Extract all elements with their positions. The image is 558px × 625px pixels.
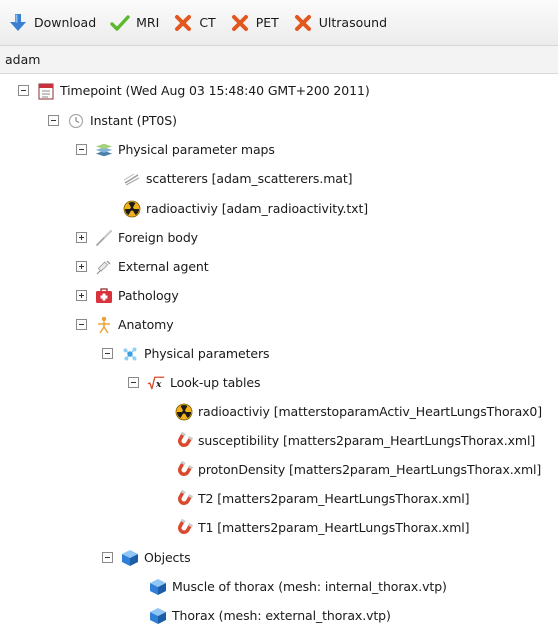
tree-node-label: scatterers [adam_scatterers.mat] — [146, 171, 353, 186]
tree-node-lut-proton-density[interactable]: protonDensity [matters2param_HeartLungsT… — [175, 455, 541, 484]
tree-node-objects[interactable]: Objects — [102, 543, 191, 572]
magnet-icon — [175, 489, 193, 508]
tree-node-label: Muscle of thorax (mesh: internal_thorax.… — [172, 579, 447, 594]
tree-node-label: Physical parameter maps — [118, 142, 275, 157]
tree-node-label: protonDensity [matters2param_HeartLungsT… — [198, 462, 542, 477]
tree-node-label: T1 [matters2param_HeartLungsThorax.xml] — [198, 520, 470, 535]
tree-node-instant[interactable]: Instant (PT0S) — [48, 106, 177, 135]
tree-node-label: Thorax (mesh: external_thorax.vtp) — [172, 608, 391, 623]
subject-name: adam — [5, 52, 41, 67]
cube-icon — [149, 607, 167, 625]
clock-icon — [67, 112, 85, 130]
tree-node-label: Pathology — [118, 288, 179, 303]
scatter-points-icon — [123, 170, 141, 188]
tree-node-lut-t1[interactable]: T1 [matters2param_HeartLungsThorax.xml] — [175, 513, 470, 542]
pet-button[interactable]: PET — [230, 10, 279, 36]
pet-label: PET — [255, 15, 279, 30]
tree-node-label: Foreign body — [118, 230, 198, 245]
tree-node-label: External agent — [118, 259, 209, 274]
tree-node-label: radioactiviy [adam_radioactivity.txt] — [146, 201, 369, 216]
magnet-icon — [175, 518, 193, 537]
radioactive-icon — [123, 200, 141, 218]
download-button[interactable]: Download — [8, 10, 96, 36]
tree-node-external-agent[interactable]: External agent — [76, 252, 209, 281]
tree-node-scatterers[interactable]: scatterers [adam_scatterers.mat] — [123, 164, 353, 193]
cube-icon — [149, 578, 167, 596]
cross-icon — [293, 13, 313, 33]
needle-icon — [95, 229, 113, 247]
expand-toggle[interactable] — [76, 290, 87, 301]
tree-node-timepoint[interactable]: Timepoint (Wed Aug 03 15:48:40 GMT+200 2… — [18, 76, 370, 105]
modality-toolbar: Download MRI CT PET Ultrasound — [0, 0, 558, 46]
magnet-icon — [175, 431, 193, 450]
tree-node-label: Instant (PT0S) — [90, 113, 177, 128]
tree-node-radioactivity-map[interactable]: radioactiviy [adam_radioactivity.txt] — [123, 194, 368, 223]
expand-toggle[interactable] — [76, 232, 87, 243]
collapse-toggle[interactable] — [102, 552, 113, 563]
tree-node-foreign-body[interactable]: Foreign body — [76, 223, 198, 252]
collapse-toggle[interactable] — [76, 144, 87, 155]
expand-toggle[interactable] — [76, 261, 87, 272]
cube-icon — [121, 549, 139, 567]
molecule-icon — [121, 345, 139, 363]
magnet-icon — [175, 460, 193, 479]
tree-node-label: Anatomy — [118, 317, 174, 332]
checkmark-icon — [110, 13, 130, 33]
tree-node-lookup-tables[interactable]: x Look-up tables — [128, 368, 261, 397]
svg-text:x: x — [155, 380, 162, 390]
collapse-toggle[interactable] — [48, 115, 59, 126]
tree-node-label: susceptibility [matters2param_HeartLungs… — [198, 433, 536, 448]
tree-node-label: Look-up tables — [170, 375, 261, 390]
tree-node-label: Physical parameters — [144, 346, 270, 361]
subject-bar: adam — [0, 46, 558, 74]
tree-node-lut-susceptibility[interactable]: susceptibility [matters2param_HeartLungs… — [175, 426, 535, 455]
layers-icon — [95, 141, 113, 159]
human-figure-icon — [95, 316, 113, 334]
collapse-toggle[interactable] — [102, 348, 113, 359]
ultrasound-label: Ultrasound — [318, 15, 388, 30]
tree-node-label: radioactiviy [matterstoparamActiv_HeartL… — [198, 404, 543, 419]
first-aid-kit-icon — [95, 287, 113, 305]
tree-node-label: Timepoint (Wed Aug 03 15:48:40 GMT+200 2… — [60, 83, 370, 98]
cross-icon — [173, 13, 193, 33]
calendar-icon — [37, 82, 55, 100]
tree-node-muscle-of-thorax[interactable]: Muscle of thorax (mesh: internal_thorax.… — [149, 572, 447, 601]
download-label: Download — [34, 15, 97, 30]
mri-button[interactable]: MRI — [110, 10, 159, 36]
mri-label: MRI — [136, 15, 160, 30]
collapse-toggle[interactable] — [76, 319, 87, 330]
tree-node-physical-parameter-maps[interactable]: Physical parameter maps — [76, 135, 275, 164]
ct-button[interactable]: CT — [173, 10, 216, 36]
collapse-toggle[interactable] — [18, 85, 29, 96]
collapse-toggle[interactable] — [128, 377, 139, 388]
cross-icon — [230, 13, 250, 33]
tree-node-pathology[interactable]: Pathology — [76, 281, 179, 310]
tree-node-label: Objects — [144, 550, 191, 565]
ct-label: CT — [199, 15, 216, 30]
tree-node-lut-radioactivity[interactable]: radioactiviy [matterstoparamActiv_HeartL… — [175, 397, 542, 426]
tree-node-label: T2 [matters2param_HeartLungsThorax.xml] — [198, 491, 470, 506]
radioactive-icon — [175, 403, 193, 421]
tree-node-physical-parameters[interactable]: Physical parameters — [102, 339, 270, 368]
tree-node-thorax[interactable]: Thorax (mesh: external_thorax.vtp) — [149, 601, 391, 625]
tree-node-anatomy[interactable]: Anatomy — [76, 310, 174, 339]
sqrt-function-icon: x — [147, 374, 165, 392]
download-arrow-icon — [8, 13, 28, 33]
tree-node-lut-t2[interactable]: T2 [matters2param_HeartLungsThorax.xml] — [175, 484, 470, 513]
ultrasound-button[interactable]: Ultrasound — [293, 10, 387, 36]
syringe-icon — [95, 258, 113, 276]
